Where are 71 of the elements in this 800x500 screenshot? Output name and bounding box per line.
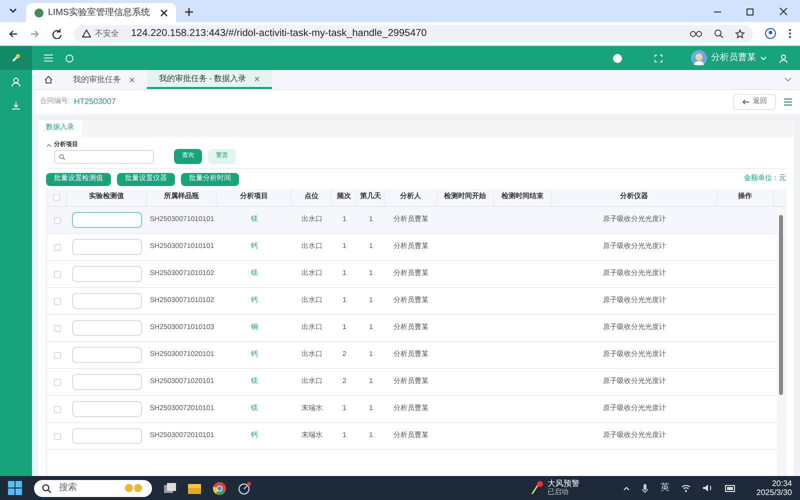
search-icon xyxy=(42,484,51,492)
page-tab[interactable]: 我的审批任务 xyxy=(61,70,147,89)
battery-icon[interactable] xyxy=(725,484,736,492)
contract-number: HT2503007 xyxy=(74,96,116,108)
input-field[interactable] xyxy=(72,212,142,228)
zoom-icon[interactable] xyxy=(714,29,723,38)
url-text: 124.220.158.213:443/#/ridol-activiti-task-my-task_handle_2995470 xyxy=(131,27,428,41)
input-field[interactable] xyxy=(72,401,142,417)
checkbox[interactable] xyxy=(54,298,60,304)
address-bar[interactable]: 不安全 124.220.158.213:443/#/ridol-activiti-task-my-task_handle_2995470 xyxy=(74,24,753,42)
input-field[interactable] xyxy=(72,266,142,282)
checkbox[interactable] xyxy=(54,352,60,358)
doodle-icon xyxy=(124,482,144,494)
checkbox[interactable] xyxy=(54,244,60,250)
checkbox[interactable] xyxy=(54,432,60,440)
checkbox[interactable] xyxy=(54,270,60,278)
page-tab[interactable]: 我的审批任务 - 数据入录 xyxy=(147,70,272,89)
checkbox[interactable] xyxy=(54,216,60,224)
tab-title: LIMS实验室管理信息系统 xyxy=(48,6,152,19)
chevron-down-icon xyxy=(760,56,767,60)
input-field[interactable] xyxy=(72,293,142,309)
clock[interactable]: 20:34 2025/3/30 xyxy=(756,479,792,497)
microphone-icon[interactable] xyxy=(642,484,648,492)
input-field[interactable] xyxy=(72,374,142,390)
input-field[interactable] xyxy=(72,347,142,363)
warning-icon xyxy=(82,29,91,38)
checkbox[interactable] xyxy=(53,194,60,201)
wifi-icon[interactable] xyxy=(681,484,692,492)
input-field[interactable] xyxy=(72,320,142,336)
taskbar-search[interactable]: 搜索 xyxy=(34,480,152,496)
globe-icon xyxy=(34,8,44,18)
user-icon xyxy=(11,77,21,87)
search-field[interactable] xyxy=(54,150,154,164)
checkbox[interactable] xyxy=(54,324,60,332)
list-icon[interactable] xyxy=(784,98,792,106)
chevron-up-icon[interactable] xyxy=(623,486,630,490)
clock-app-icon[interactable] xyxy=(238,482,251,494)
folder-icon[interactable] xyxy=(188,482,201,494)
avatar-icon xyxy=(691,50,707,66)
plus-icon[interactable] xyxy=(184,7,194,17)
menu-icon[interactable] xyxy=(44,54,53,62)
fullscreen-icon[interactable] xyxy=(654,54,663,62)
download-icon xyxy=(11,101,21,111)
more-icon[interactable] xyxy=(788,28,792,39)
volume-icon[interactable] xyxy=(703,484,714,492)
browser-tab[interactable]: LIMS实验室管理信息系统 xyxy=(26,3,176,22)
input-field[interactable] xyxy=(72,239,142,255)
close-icon[interactable] xyxy=(779,6,788,16)
browser-icon[interactable] xyxy=(213,482,226,494)
forward-arrow-icon[interactable] xyxy=(30,28,40,38)
collapse-icon[interactable] xyxy=(46,143,52,147)
user-icon[interactable] xyxy=(779,54,788,62)
close-icon[interactable] xyxy=(160,8,168,16)
flag-icon xyxy=(531,481,544,495)
search-icon xyxy=(59,154,65,160)
checkbox[interactable] xyxy=(54,378,60,386)
refresh-icon[interactable] xyxy=(65,54,74,62)
input-method[interactable]: 英 xyxy=(660,481,670,495)
security-label: 不安全 xyxy=(95,28,119,40)
task-view-icon[interactable] xyxy=(164,483,176,493)
back-arrow-icon[interactable] xyxy=(8,28,18,38)
restore-icon[interactable] xyxy=(746,6,755,16)
input-field[interactable] xyxy=(72,428,142,444)
profile-icon[interactable] xyxy=(765,28,776,39)
checkbox[interactable] xyxy=(54,406,60,412)
home-icon[interactable] xyxy=(44,75,53,84)
star-icon[interactable] xyxy=(735,28,745,38)
reload-icon[interactable] xyxy=(52,28,62,38)
windows-start-icon[interactable] xyxy=(8,481,22,495)
back-arrow-icon xyxy=(742,99,749,105)
chevron-down-icon[interactable] xyxy=(8,6,18,16)
